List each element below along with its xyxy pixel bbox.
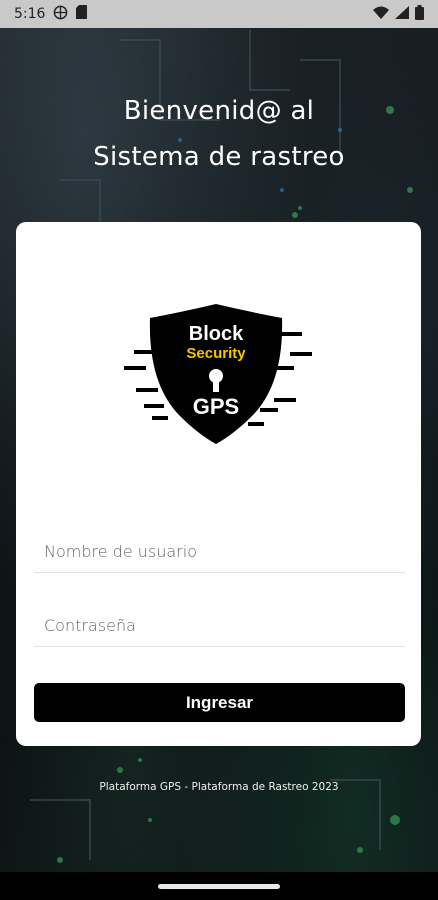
logo-word-block: Block: [189, 323, 244, 345]
password-field[interactable]: [34, 605, 405, 647]
welcome-heading: Bienvenid@ al Sistema de rastreo: [0, 88, 438, 180]
sim-card-icon: [76, 5, 88, 23]
status-time: 5:16: [14, 6, 46, 22]
logo-word-security: Security: [186, 345, 246, 362]
username-input[interactable]: [34, 531, 405, 572]
login-button[interactable]: Ingresar: [34, 683, 405, 722]
welcome-line-1: Bienvenid@ al: [123, 96, 315, 126]
world-icon: [53, 5, 68, 24]
login-card: Block Security GPS Ingresar: [16, 222, 421, 746]
password-input[interactable]: [34, 605, 405, 646]
logo-word-gps: GPS: [193, 394, 239, 419]
footer-text: Plataforma GPS - Plataforma de Rastreo 2…: [99, 781, 339, 793]
block-security-gps-logo: Block Security GPS: [120, 304, 320, 454]
signal-icon: [395, 5, 409, 23]
home-gesture-handle[interactable]: [158, 884, 280, 889]
welcome-line-2: Sistema de rastreo: [93, 142, 345, 172]
navigation-bar: [0, 872, 438, 900]
status-bar: 5:16: [0, 0, 438, 28]
battery-icon: [415, 4, 424, 24]
username-field[interactable]: [34, 531, 405, 573]
wifi-icon: [373, 6, 389, 23]
